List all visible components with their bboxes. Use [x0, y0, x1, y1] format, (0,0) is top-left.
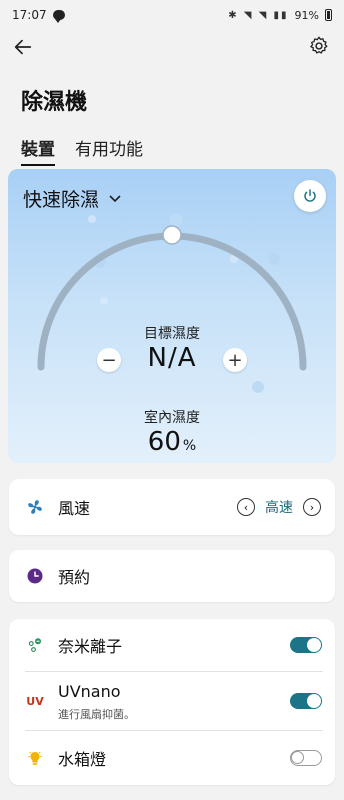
page-title: 除濕機: [21, 90, 88, 115]
list-item: 水箱燈: [9, 731, 335, 785]
tab-device[interactable]: 裝置: [21, 135, 55, 166]
status-bar: 17:07 ✱ ◥ ◥ ▮▮ 91%: [0, 0, 344, 30]
room-humidity-label: 室內濕度: [144, 410, 200, 426]
uvnano-description: 進行風扇抑菌。: [58, 708, 135, 721]
fan-speed-label: 風速: [58, 499, 91, 518]
nano-ion-label: 奈米離子: [58, 637, 123, 656]
message-icon: [52, 10, 65, 23]
clock-icon: [25, 566, 45, 586]
room-humidity-value: 60%: [8, 427, 336, 457]
tab-bar: 裝置 有用功能: [21, 135, 143, 166]
tank-light-label: 水箱燈: [58, 750, 107, 769]
signal-icons: ✱ ◥ ◥ ▮▮: [228, 9, 289, 21]
gauge-handle: [162, 225, 182, 245]
status-time: 17:07: [12, 8, 47, 22]
schedule-label: 預約: [58, 568, 91, 587]
uvnano-toggle[interactable]: [290, 693, 322, 709]
fan-speed-control: ‹ 高速 ›: [237, 497, 321, 517]
schedule-card[interactable]: 預約: [9, 550, 335, 602]
ion-icon: [25, 635, 45, 655]
back-arrow-icon[interactable]: [12, 36, 34, 58]
fan-speed-prev-button[interactable]: ‹: [237, 498, 255, 516]
gear-icon[interactable]: [308, 35, 330, 57]
power-icon: [304, 189, 316, 202]
battery-icon: [325, 9, 332, 21]
list-item: UV UVnano 進行風扇抑菌。: [9, 672, 335, 730]
target-humidity-value: N/A: [147, 343, 197, 373]
chevron-down-icon: [109, 194, 121, 202]
room-humidity-unit: %: [182, 438, 197, 454]
mode-selector[interactable]: 快速除濕: [23, 185, 121, 212]
decrease-humidity-button[interactable]: −: [97, 348, 121, 372]
increase-humidity-button[interactable]: +: [223, 348, 247, 372]
fan-icon: [25, 497, 45, 517]
room-humidity-number: 60: [147, 427, 181, 457]
target-humidity-label: 目標濕度: [144, 326, 200, 342]
fan-speed-value: 高速: [265, 500, 293, 516]
fan-speed-next-button[interactable]: ›: [303, 498, 321, 516]
battery-level: 91%: [294, 8, 319, 22]
uvnano-label: UVnano: [58, 682, 121, 701]
humidity-control-panel: 快速除濕 目標濕度 N/A − + 室內濕度 60%: [8, 169, 336, 463]
app-bar: [0, 30, 344, 70]
tank-light-toggle[interactable]: [290, 750, 322, 766]
features-card: 奈米離子 UV UVnano 進行風扇抑菌。 水箱燈: [9, 619, 335, 785]
list-item: 奈米離子: [9, 619, 335, 671]
uv-icon-label: UV: [26, 694, 44, 708]
nano-ion-toggle[interactable]: [290, 637, 322, 653]
uv-icon: UV: [25, 691, 45, 711]
mode-label: 快速除濕: [23, 189, 100, 211]
power-button[interactable]: [294, 180, 326, 212]
fan-speed-card: 風速 ‹ 高速 ›: [9, 479, 335, 535]
lightbulb-icon: [25, 748, 45, 768]
tab-useful-features[interactable]: 有用功能: [75, 135, 143, 166]
